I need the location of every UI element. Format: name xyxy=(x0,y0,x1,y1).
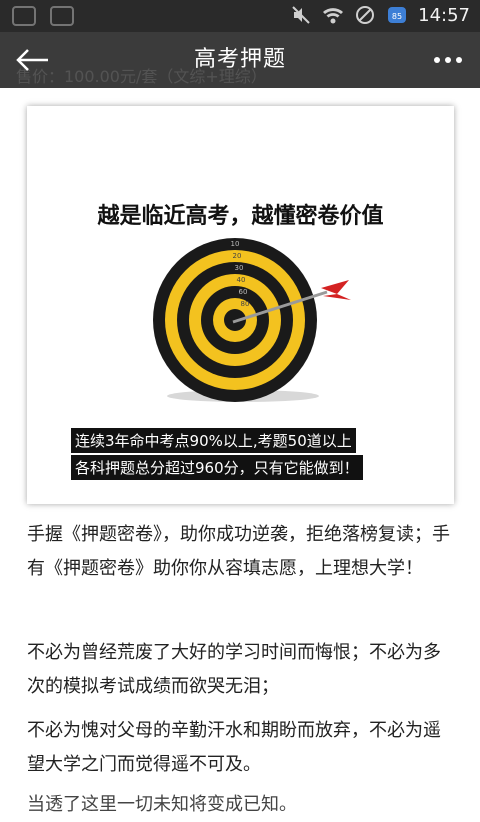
no-signal-icon xyxy=(354,4,376,26)
status-bar: 85 14:57 xyxy=(0,0,480,32)
dartboard-image: 10 20 30 40 60 80 xyxy=(153,238,351,402)
banner-headline: 越是临近高考，越懂密卷价值 xyxy=(97,204,384,229)
more-icon xyxy=(434,57,462,63)
paragraph-2: 不必为曾经荒废了大好的学习时间而悔恨；不必为多次的模拟考试成绩而欲哭无泪； xyxy=(27,642,441,697)
notification-icon: 85 xyxy=(386,4,408,26)
mute-icon xyxy=(290,4,312,26)
clock: 14:57 xyxy=(418,4,470,26)
ring-label: 40 xyxy=(237,276,246,284)
ring-label: 60 xyxy=(239,288,248,296)
promo-banner[interactable]: 越是临近高考，越懂密卷价值 10 20 30 40 60 80 连续3年命中考点… xyxy=(27,106,454,504)
app-notification-icon xyxy=(12,6,36,26)
app-notification-icon xyxy=(50,6,74,26)
banner-caption-line1: 连续3年命中考点90%以上,考题50道以上 xyxy=(71,428,356,453)
wifi-icon xyxy=(322,4,344,26)
more-options-button[interactable] xyxy=(426,40,470,80)
svg-text:85: 85 xyxy=(392,12,402,21)
paragraph-1: 手握《押题密卷》，助你成功逆袭，拒绝落榜复读；手有《押题密卷》助你你从容填志愿，… xyxy=(27,524,450,579)
status-left-icons xyxy=(12,6,74,26)
ring-label: 20 xyxy=(233,252,242,260)
back-button[interactable] xyxy=(10,40,54,80)
ring-label: 30 xyxy=(235,264,244,272)
paragraph-3: 不必为愧对父母的辛勤汗水和期盼而放弃，不必为遥望大学之门而觉得遥不可及。 xyxy=(27,720,441,775)
ring-label: 80 xyxy=(241,300,250,308)
banner-caption-line2: 各科押题总分超过960分，只有它能做到！ xyxy=(71,455,363,480)
back-arrow-icon xyxy=(16,49,48,71)
paragraph-4: 当透了这里一切未知将变成已知。 xyxy=(27,794,297,815)
ring-label: 10 xyxy=(231,240,240,248)
